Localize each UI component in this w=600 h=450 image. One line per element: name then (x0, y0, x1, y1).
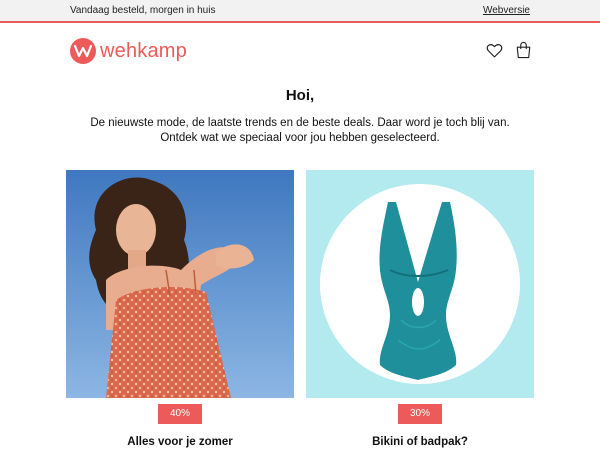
webversion-link[interactable]: Webversie (483, 5, 530, 16)
discount-badge: 40% (158, 404, 202, 424)
promo-image-summer[interactable] (66, 170, 294, 398)
intro-line-1: De nieuwste mode, de laatste trends en d… (90, 117, 510, 129)
shopping-bag-icon[interactable] (515, 41, 532, 59)
top-bar: Vandaag besteld, morgen in huis Webversi… (0, 0, 600, 23)
greeting-title: Hoi, (285, 87, 315, 104)
promo-image-swimsuit[interactable] (306, 170, 534, 398)
header: wehkamp (0, 25, 600, 75)
logo-mark-icon (70, 38, 96, 64)
heart-icon[interactable] (486, 42, 503, 59)
shipping-message: Vandaag besteld, morgen in huis (70, 5, 216, 16)
promo-title-swimwear[interactable]: Bikini of badpak? (306, 436, 534, 448)
wehkamp-logo[interactable]: wehkamp (70, 37, 187, 65)
logo-wordmark: wehkamp (100, 39, 187, 62)
discount-badge: 30% (398, 404, 442, 424)
promo-title-summer[interactable]: Alles voor je zomer (66, 436, 294, 448)
intro-line-2: Ontdek wat we speciaal voor jou hebben g… (160, 132, 440, 144)
intro-text: De nieuwste mode, de laatste trends en d… (80, 116, 520, 146)
